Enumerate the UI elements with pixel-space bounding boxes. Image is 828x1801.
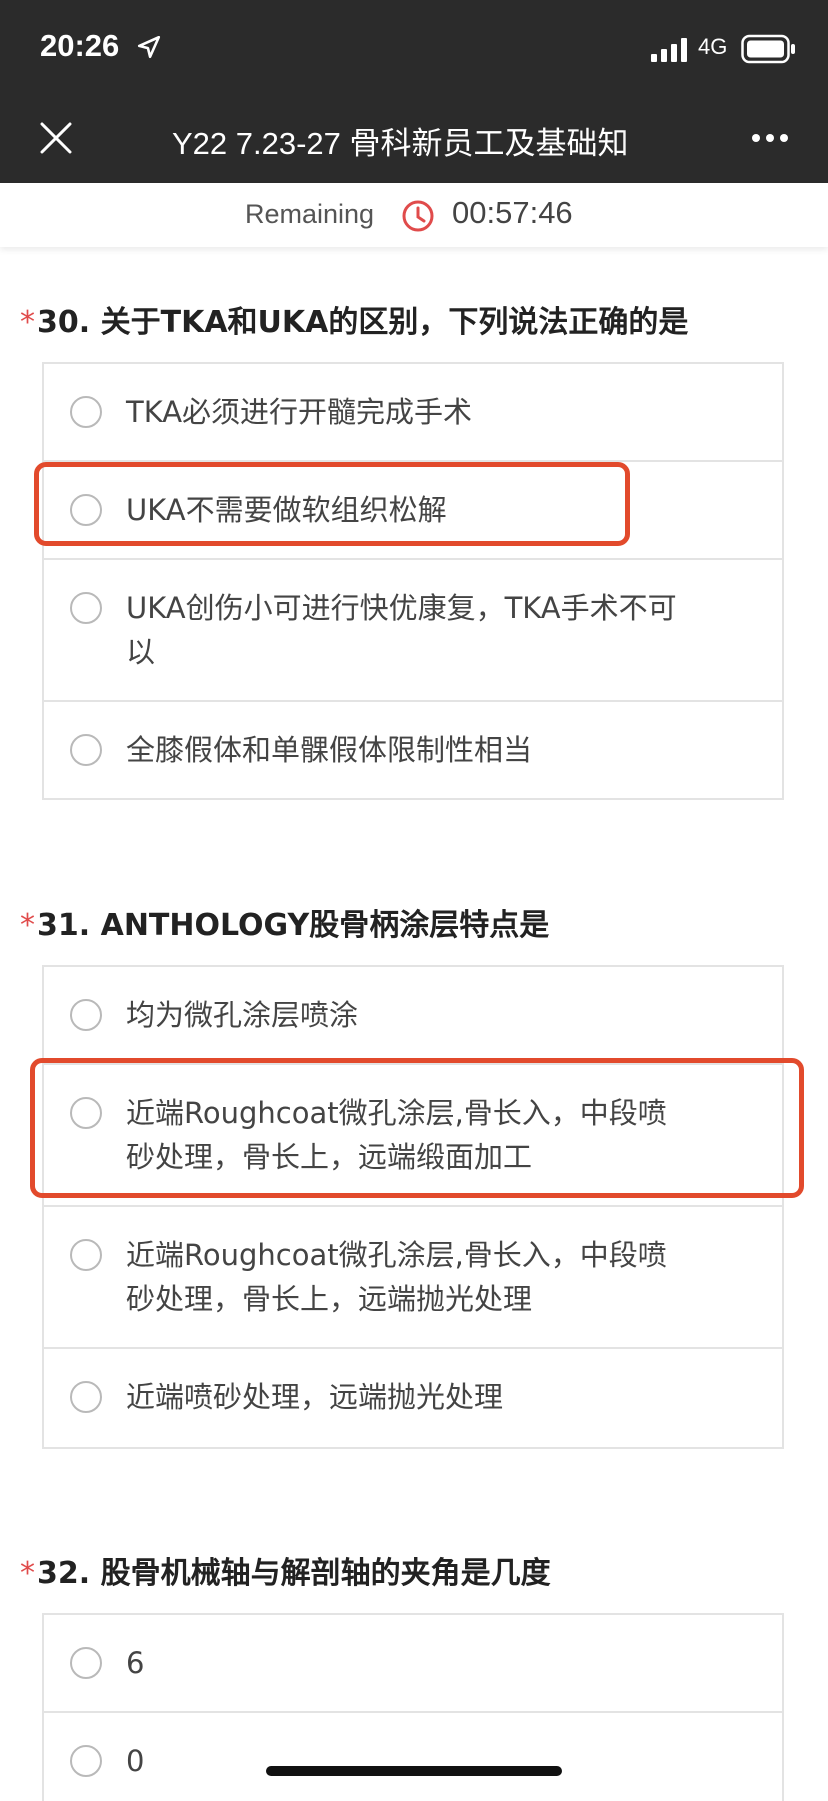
option-label: 近端Roughcoat微孔涂层,骨长入，中段喷砂处理，骨长上，远端缎面加工	[126, 1096, 667, 1174]
question-number: 31.	[37, 908, 91, 943]
question-title: *31. ANTHOLOGY股骨柄涂层特点是	[20, 900, 549, 944]
radio-button[interactable]	[70, 494, 102, 526]
radio-button[interactable]	[70, 592, 102, 624]
radio-button[interactable]	[70, 1647, 102, 1679]
option-item[interactable]: 近端Roughcoat微孔涂层,骨长入，中段喷砂处理，骨长上，远端缎面加工	[44, 1065, 782, 1207]
option-label: TKA必须进行开髓完成手术	[126, 395, 473, 429]
top-bar: 20:26 4G Y22 7.23-27 骨科新员工及基础知	[0, 0, 828, 183]
radio-button[interactable]	[70, 396, 102, 428]
required-star: *	[20, 908, 35, 943]
required-star: *	[20, 305, 35, 340]
battery-icon	[741, 34, 795, 64]
radio-button[interactable]	[70, 734, 102, 766]
option-list: TKA必须进行开髓完成手术 UKA不需要做软组织松解 UKA创伤小可进行快优康复…	[42, 362, 784, 800]
option-label: 0	[126, 1744, 145, 1778]
option-item[interactable]: 均为微孔涂层喷涂	[44, 967, 782, 1065]
option-item[interactable]: 近端Roughcoat微孔涂层,骨长入，中段喷砂处理，骨长上，远端抛光处理	[44, 1207, 782, 1349]
network-label: 4G	[698, 34, 728, 59]
option-list: 均为微孔涂层喷涂 近端Roughcoat微孔涂层,骨长入，中段喷砂处理，骨长上，…	[42, 965, 784, 1449]
option-item[interactable]: UKA不需要做软组织松解	[44, 462, 782, 560]
question-title: *30. 关于TKA和UKA的区别，下列说法正确的是	[20, 297, 688, 341]
option-item[interactable]: 全膝假体和单髁假体限制性相当	[44, 702, 782, 798]
option-label: UKA不需要做软组织松解	[126, 493, 447, 527]
radio-button[interactable]	[70, 1381, 102, 1413]
option-item[interactable]: UKA创伤小可进行快优康复，TKA手术不可以	[44, 560, 782, 702]
radio-button[interactable]	[70, 1097, 102, 1129]
option-item[interactable]: 6	[44, 1615, 782, 1713]
question-number: 30.	[37, 305, 91, 340]
question-text: ANTHOLOGY股骨柄涂层特点是	[100, 908, 550, 943]
page-title: Y22 7.23-27 骨科新员工及基础知	[172, 118, 682, 162]
option-label: 6	[126, 1646, 145, 1680]
timer-bar: Remaining 00:57:46	[0, 183, 828, 247]
signal-icon	[651, 38, 687, 62]
question-text: 关于TKA和UKA的区别，下列说法正确的是	[100, 305, 689, 340]
radio-button[interactable]	[70, 1239, 102, 1271]
close-icon[interactable]	[38, 120, 74, 156]
radio-button[interactable]	[70, 999, 102, 1031]
option-item[interactable]: TKA必须进行开髓完成手术	[44, 364, 782, 462]
timer-label: Remaining	[245, 199, 375, 229]
location-arrow-icon	[137, 35, 161, 59]
radio-button[interactable]	[70, 1745, 102, 1777]
option-label: 均为微孔涂层喷涂	[126, 998, 359, 1032]
status-time: 20:26	[40, 28, 120, 63]
option-item[interactable]: 近端喷砂处理，远端抛光处理	[44, 1349, 782, 1447]
clock-icon	[402, 200, 434, 232]
question-title: *32. 股骨机械轴与解剖轴的夹角是几度	[20, 1548, 551, 1592]
option-label: 近端喷砂处理，远端抛光处理	[126, 1380, 504, 1414]
option-item[interactable]: 0	[44, 1713, 782, 1801]
option-label: 全膝假体和单髁假体限制性相当	[126, 733, 533, 767]
more-icon[interactable]	[750, 131, 790, 145]
option-label: UKA创伤小可进行快优康复，TKA手术不可以	[126, 591, 677, 669]
required-star: *	[20, 1556, 35, 1591]
timer-value: 00:57:46	[452, 195, 573, 230]
question-text: 股骨机械轴与解剖轴的夹角是几度	[100, 1556, 551, 1591]
question-number: 32.	[37, 1556, 91, 1591]
home-indicator	[266, 1766, 562, 1776]
option-label: 近端Roughcoat微孔涂层,骨长入，中段喷砂处理，骨长上，远端抛光处理	[126, 1238, 667, 1316]
